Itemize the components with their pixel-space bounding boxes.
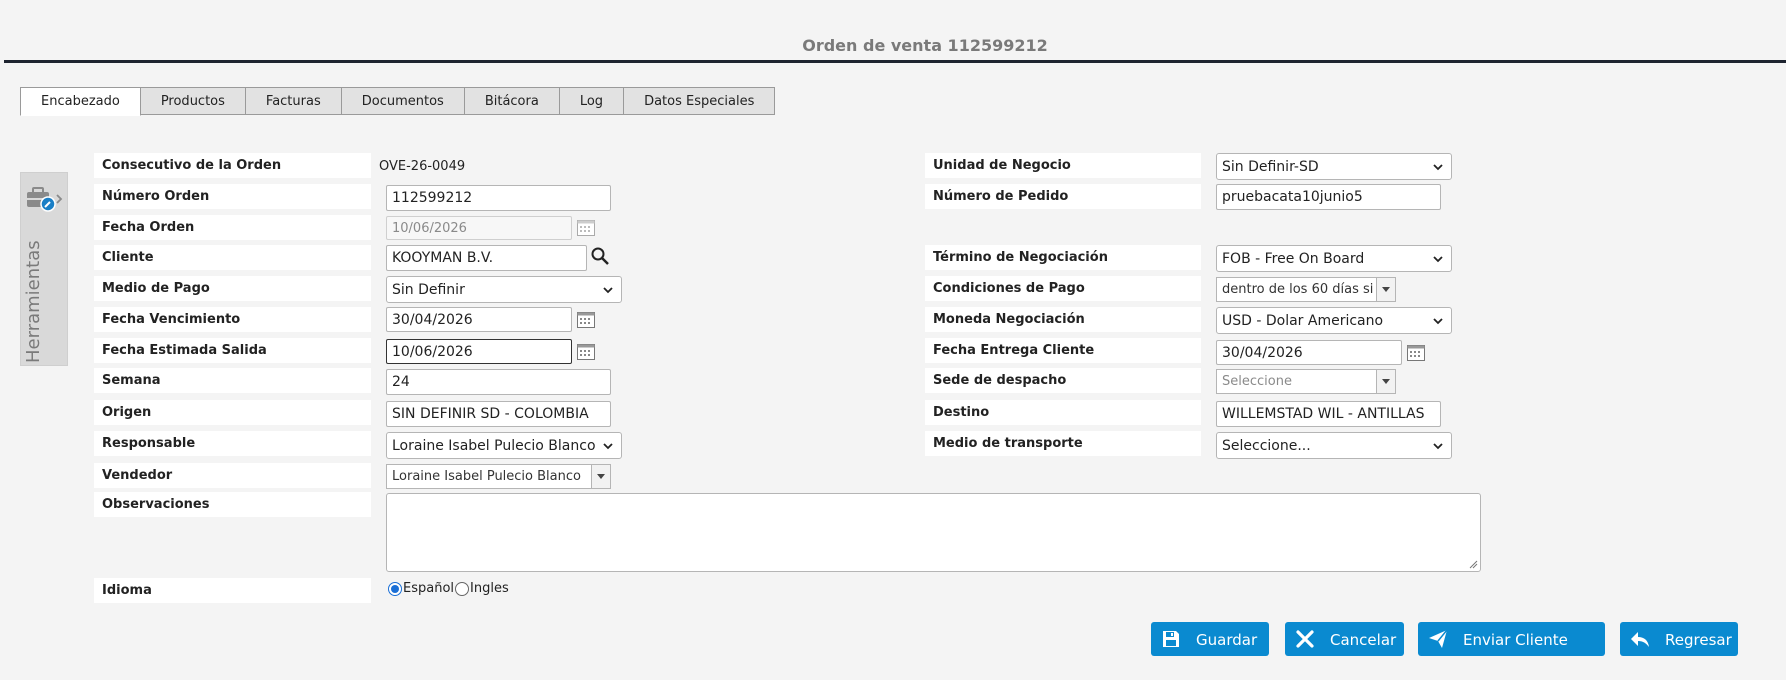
condiciones-pago-combo[interactable]: dentro de los 60 días si: [1216, 277, 1396, 302]
label-moneda-negociacion: Moneda Negociación: [925, 307, 1201, 332]
termino-negociacion-select[interactable]: FOB - Free On Board: [1216, 245, 1452, 272]
sede-despacho-combo[interactable]: Seleccione: [1216, 369, 1396, 394]
tab-datos-especiales[interactable]: Datos Especiales: [624, 87, 776, 115]
unidad-negocio-select[interactable]: Sin Definir-SD: [1216, 153, 1452, 180]
dropdown-arrow-icon[interactable]: [591, 465, 610, 488]
label-idioma: Idioma: [94, 578, 371, 603]
label-fecha-vencimiento: Fecha Vencimiento: [94, 307, 371, 332]
back-button-label: Regresar: [1665, 631, 1732, 649]
fecha-estimada-salida-input[interactable]: 10/06/2026: [386, 339, 572, 364]
tab-documentos[interactable]: Documentos: [341, 87, 465, 115]
label-semana: Semana: [94, 368, 371, 393]
send-client-button-label: Enviar Cliente: [1463, 631, 1568, 649]
medio-pago-value: Sin Definir: [392, 281, 465, 298]
label-numero-pedido: Número de Pedido: [925, 184, 1201, 209]
save-button[interactable]: Guardar: [1151, 622, 1269, 656]
semana-input[interactable]: 24: [386, 369, 611, 395]
label-origen: Origen: [94, 400, 371, 425]
observaciones-textarea[interactable]: [386, 493, 1481, 572]
tab-facturas[interactable]: Facturas: [245, 87, 342, 115]
dropdown-arrow-icon[interactable]: [1376, 278, 1395, 301]
fecha-entrega-cliente-input[interactable]: 30/04/2026: [1216, 340, 1402, 365]
medio-transporte-value: Seleccione...: [1222, 437, 1311, 454]
title-divider: [4, 60, 1786, 63]
medio-transporte-select[interactable]: Seleccione...: [1216, 432, 1452, 459]
label-fecha-entrega-cliente: Fecha Entrega Cliente: [925, 338, 1201, 363]
destino-input[interactable]: WILLEMSTAD WIL - ANTILLAS: [1216, 401, 1441, 427]
tools-label: Herramientas: [23, 240, 44, 363]
dropdown-arrow-icon[interactable]: [1376, 370, 1395, 393]
tab-log[interactable]: Log: [559, 87, 625, 115]
cancel-button-label: Cancelar: [1330, 631, 1397, 649]
tab-productos[interactable]: Productos: [140, 87, 246, 115]
label-medio-transporte: Medio de transporte: [925, 431, 1201, 456]
label-fecha-estimada-salida: Fecha Estimada Salida: [94, 338, 371, 363]
label-sede-despacho: Sede de despacho: [925, 368, 1201, 393]
label-medio-pago: Medio de Pago: [94, 276, 371, 301]
paper-plane-icon: [1429, 629, 1448, 648]
send-client-button[interactable]: Enviar Cliente: [1418, 622, 1605, 656]
calendar-icon[interactable]: [577, 312, 595, 328]
label-destino: Destino: [925, 400, 1201, 425]
label-consecutivo: Consecutivo de la Orden: [94, 153, 371, 178]
label-responsable: Responsable: [94, 431, 371, 456]
numero-pedido-input[interactable]: pruebacata10junio5: [1216, 184, 1441, 210]
fecha-orden-input: 10/06/2026: [386, 216, 572, 240]
label-observaciones: Observaciones: [94, 492, 371, 517]
radio-espanol[interactable]: [388, 581, 402, 596]
calendar-icon[interactable]: [1407, 345, 1425, 361]
responsable-value: Loraine Isabel Pulecio Blanco: [392, 437, 596, 454]
label-condiciones-pago: Condiciones de Pago: [925, 276, 1201, 301]
moneda-negociacion-select[interactable]: USD - Dolar Americano: [1216, 307, 1452, 334]
label-numero-orden: Número Orden: [94, 184, 371, 209]
origen-input[interactable]: SIN DEFINIR SD - COLOMBIA: [386, 401, 611, 427]
fecha-vencimiento-input[interactable]: 30/04/2026: [386, 307, 572, 332]
back-button[interactable]: Regresar: [1620, 622, 1738, 656]
condiciones-pago-value: dentro de los 60 días si: [1222, 282, 1374, 297]
label-cliente: Cliente: [94, 245, 371, 270]
label-fecha-orden: Fecha Orden: [94, 215, 371, 240]
page-title: Orden de venta 112599212: [802, 36, 1048, 55]
vendedor-combo[interactable]: Loraine Isabel Pulecio Blanco: [386, 464, 611, 489]
termino-negociacion-value: FOB - Free On Board: [1222, 250, 1365, 267]
chevron-down-icon: [603, 443, 613, 450]
close-icon: [1296, 630, 1314, 648]
label-vendedor: Vendedor: [94, 463, 371, 488]
chevron-down-icon: [603, 287, 613, 294]
sede-despacho-placeholder: Seleccione: [1222, 374, 1292, 389]
search-icon[interactable]: [590, 246, 610, 266]
save-button-label: Guardar: [1196, 631, 1258, 649]
cancel-button[interactable]: Cancelar: [1285, 622, 1404, 656]
responsable-select[interactable]: Loraine Isabel Pulecio Blanco: [386, 432, 622, 459]
tab-encabezado[interactable]: Encabezado: [20, 87, 141, 116]
tab-bitacora[interactable]: Bitácora: [464, 87, 560, 115]
consecutivo-value: OVE-26-0049: [379, 159, 466, 174]
floppy-disk-icon: [1163, 631, 1179, 647]
chevron-down-icon: [1433, 443, 1443, 450]
radio-espanol-label: Español: [403, 581, 455, 596]
numero-orden-input[interactable]: 112599212: [386, 185, 611, 211]
vendedor-value: Loraine Isabel Pulecio Blanco: [392, 469, 581, 484]
chevron-down-icon: [1433, 256, 1443, 263]
chevron-down-icon: [1433, 164, 1443, 171]
resize-grip-icon[interactable]: [1468, 559, 1478, 569]
label-unidad-negocio: Unidad de Negocio: [925, 153, 1201, 178]
reply-arrow-icon: [1631, 632, 1649, 647]
idioma-radio-group: Español Ingles: [388, 581, 509, 596]
toolbox-icon: [27, 187, 63, 212]
medio-pago-select[interactable]: Sin Definir: [386, 276, 622, 303]
tab-bar: Encabezado Productos Facturas Documentos…: [20, 87, 776, 116]
radio-ingles[interactable]: [455, 581, 470, 596]
calendar-icon[interactable]: [577, 220, 595, 236]
unidad-negocio-value: Sin Definir-SD: [1222, 158, 1319, 175]
calendar-icon[interactable]: [577, 344, 595, 360]
tools-side-panel[interactable]: Herramientas: [20, 172, 68, 366]
chevron-down-icon: [1433, 318, 1443, 325]
label-termino-negociacion: Término de Negociación: [925, 245, 1201, 270]
radio-ingles-label: Ingles: [470, 581, 509, 596]
moneda-negociacion-value: USD - Dolar Americano: [1222, 312, 1384, 329]
cliente-input[interactable]: KOOYMAN B.V.: [386, 245, 587, 271]
